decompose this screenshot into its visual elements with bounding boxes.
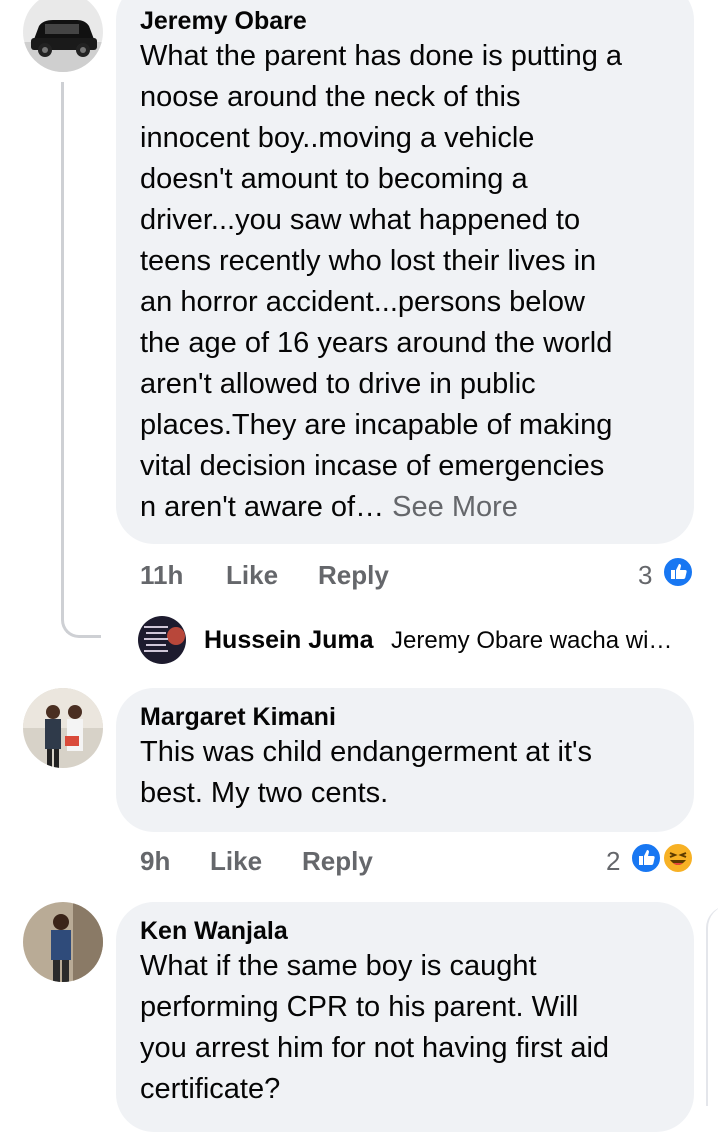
comment-text-line: This was child endangerment at it's [140, 736, 593, 768]
comment-text-line: you arrest him for not having first aid [140, 1032, 610, 1064]
comment-author[interactable]: Ken Wanjala [140, 916, 670, 946]
comment-actions: 11h Like Reply [140, 560, 440, 592]
comment-text-line: an horror accident...persons below [140, 286, 585, 318]
comment-author[interactable]: Margaret Kimani [140, 702, 670, 732]
avatar[interactable] [23, 902, 103, 982]
reply-author[interactable]: Hussein Juma [204, 626, 374, 655]
comment-text-line: What if the same boy is caught [140, 950, 537, 982]
like-button[interactable]: Like [210, 846, 262, 877]
reaction-count[interactable]: 2 [606, 846, 620, 877]
like-icon[interactable] [662, 556, 694, 588]
comment-bubble: Jeremy Obare What the parent has done is… [116, 0, 694, 544]
reply-button[interactable]: Reply [318, 560, 389, 591]
comment-text-line: places.They are incapable of making [140, 409, 613, 441]
adjacent-bubble-edge [706, 906, 718, 1106]
comment-text-line: n aren't aware of… See More [140, 487, 670, 528]
haha-icon[interactable] [662, 842, 694, 874]
like-icon[interactable] [630, 842, 662, 874]
comment-actions: 9h Like Reply [140, 846, 440, 878]
comment-text-line: the age of 16 years around the world [140, 327, 613, 359]
reply-text: Jeremy Obare wacha wi… [391, 627, 673, 654]
thread-connector [61, 82, 101, 638]
comment-bubble: Margaret Kimani This was child endangerm… [116, 688, 694, 832]
comment-text-last: n aren't aware of… [140, 491, 393, 523]
reply-button[interactable]: Reply [302, 846, 373, 877]
comment-text-line: teens recently who lost their lives in [140, 245, 597, 277]
comment-text-line: What the parent has done is putting a [140, 40, 623, 72]
avatar[interactable] [23, 0, 103, 72]
avatar[interactable] [138, 616, 186, 664]
comment-author[interactable]: Jeremy Obare [140, 6, 670, 36]
comment-text-line: vital decision incase of emergencies [140, 450, 605, 482]
comment-text-line: noose around the neck of this [140, 81, 521, 113]
comment-text-line: best. My two cents. [140, 777, 389, 809]
comment-time[interactable]: 9h [140, 846, 170, 877]
comment-text-line: driver...you saw what happened to [140, 204, 581, 236]
like-button[interactable]: Like [226, 560, 278, 591]
comment-text-line: performing CPR to his parent. Will [140, 991, 579, 1023]
reaction-count[interactable]: 3 [638, 560, 652, 591]
avatar[interactable] [23, 688, 103, 768]
comment-time[interactable]: 11h [140, 560, 183, 591]
comment-text-line: innocent boy..moving a vehicle [140, 122, 535, 154]
comment-text-line: certificate? [140, 1073, 281, 1105]
comment-bubble: Ken Wanjala What if the same boy is caug… [116, 902, 694, 1132]
see-more-link[interactable]: See More [392, 491, 518, 523]
comment-text-line: doesn't amount to becoming a [140, 163, 528, 195]
comment-text-line: aren't allowed to drive in public [140, 368, 536, 400]
